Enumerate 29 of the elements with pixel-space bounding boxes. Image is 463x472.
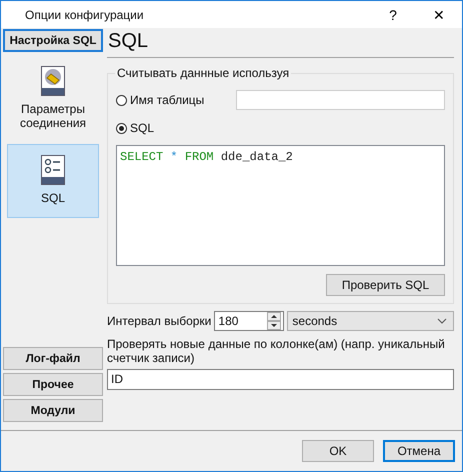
column-label: Проверять новые данные по колонке(ам) (напр. уникальный счетчик записи) — [107, 337, 446, 366]
list-document-icon — [41, 154, 65, 185]
check-sql-button[interactable]: Проверить SQL — [326, 274, 445, 296]
section-button[interactable]: Прочее — [3, 373, 103, 396]
nav-item[interactable]: SQL — [7, 144, 99, 218]
interval-spinner[interactable]: 180 — [214, 311, 284, 331]
window-title: Опции конфигурации — [25, 8, 145, 22]
spinner-arrows-icon — [267, 312, 282, 330]
close-button[interactable]: ✕ — [416, 1, 462, 28]
section-button[interactable]: Настройка SQL — [3, 29, 103, 52]
page-title: SQL — [107, 28, 454, 58]
radio-button[interactable] — [116, 94, 127, 106]
radio-label[interactable]: Имя таблицы — [130, 93, 204, 107]
table-name-field[interactable] — [236, 90, 445, 110]
sql-editor[interactable]: SELECT * FROM dde_data_2 — [116, 145, 445, 266]
unit-dropdown[interactable]: seconds — [287, 311, 454, 331]
plug-document-icon — [41, 66, 65, 96]
radio-button[interactable] — [116, 122, 127, 134]
column-field[interactable]: ID — [107, 368, 454, 390]
group-title: Считывать даннные используя — [115, 66, 292, 80]
nav-item[interactable]: Параметры соединения — [7, 59, 99, 140]
dialog-button[interactable]: Отмена — [383, 440, 455, 462]
dialog-button[interactable]: OK — [302, 440, 374, 462]
interval-label: Интервал выборки — [107, 314, 212, 328]
help-button[interactable]: ? — [370, 1, 416, 28]
section-button[interactable]: Лог-файл — [3, 347, 103, 370]
chevron-down-icon — [437, 318, 447, 324]
radio-label[interactable]: SQL — [130, 121, 154, 135]
section-button[interactable]: Модули — [3, 399, 103, 422]
